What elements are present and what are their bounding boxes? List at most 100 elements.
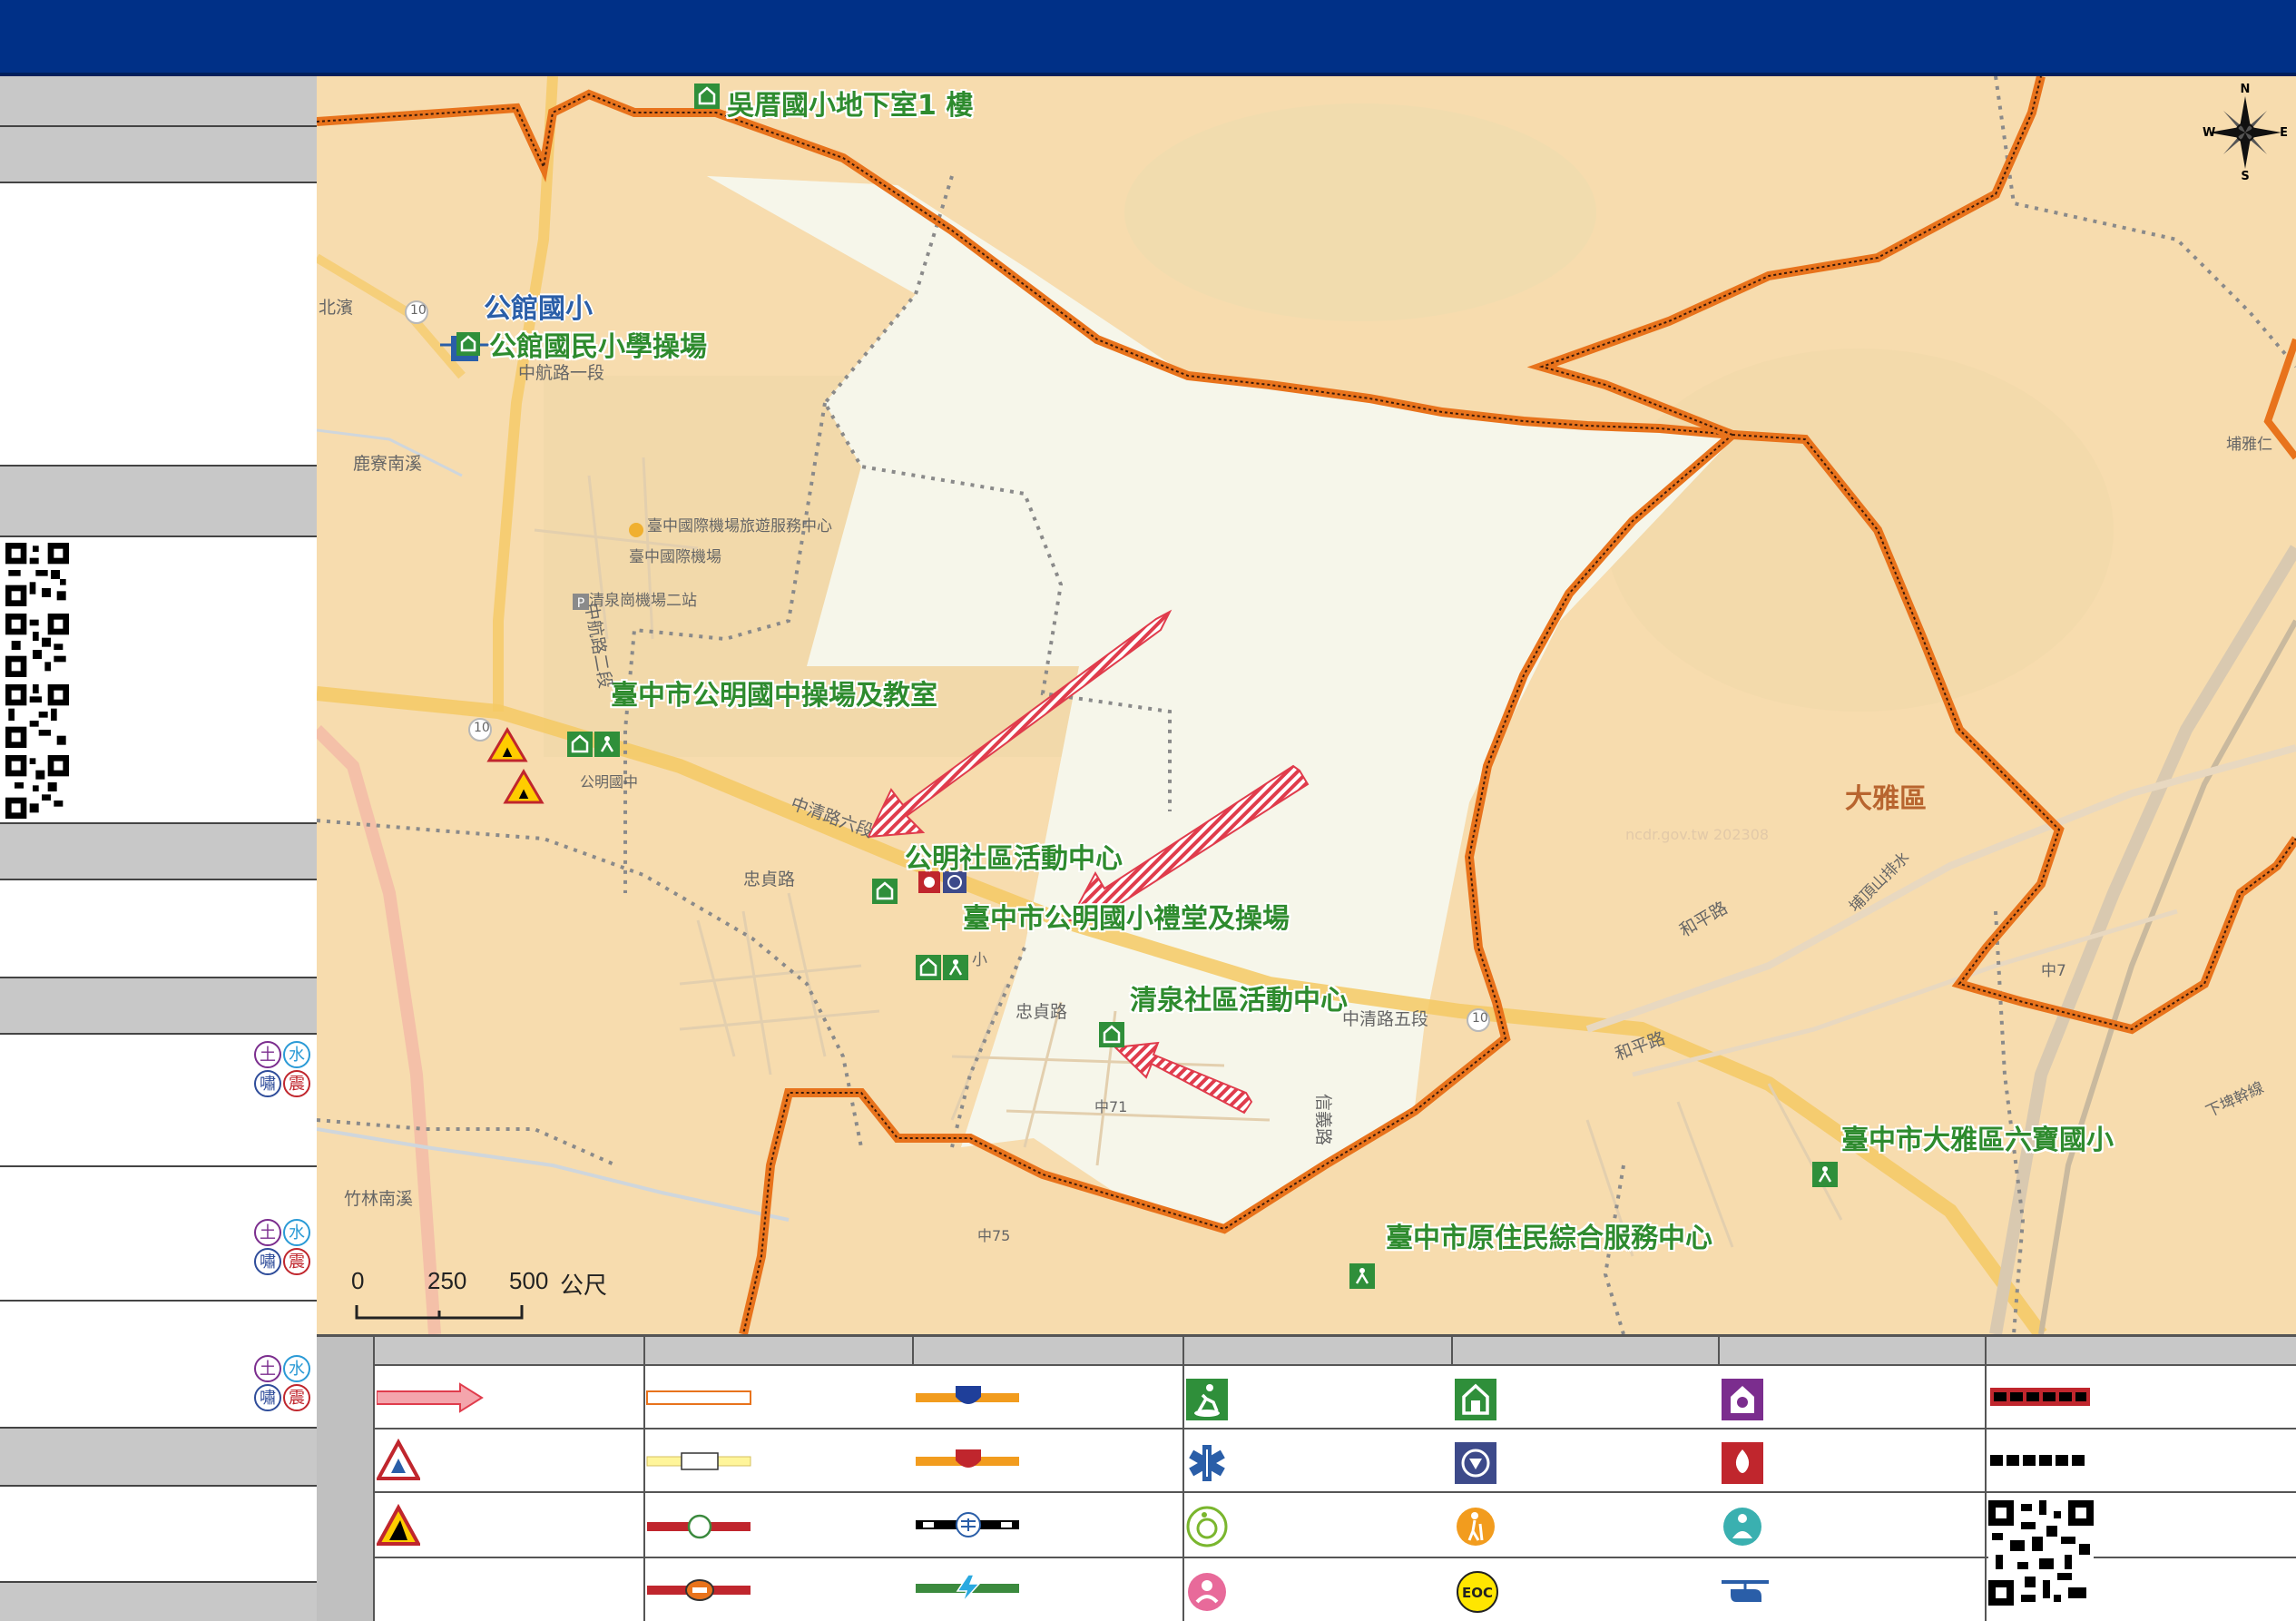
- road-number-label: 10: [1472, 1011, 1488, 1026]
- hazard-badge-icon: 土 水 嘯 震: [254, 1041, 310, 1097]
- shelter-icon[interactable]: [567, 732, 593, 757]
- map-label-shelter: 臺中市原住民綜合服務中心: [1386, 1223, 1712, 1254]
- road-symbol-icon: [646, 1390, 751, 1405]
- map-road-label: 埔雅仁: [2226, 436, 2272, 454]
- compass-west: W: [2203, 126, 2215, 140]
- map-label-shelter: 臺中市大雅區六寶國小: [1841, 1125, 2114, 1156]
- sidebar-title-row: [0, 76, 317, 127]
- debris-flow-warning-icon: [377, 1439, 420, 1480]
- map-road-label: 小: [972, 951, 987, 969]
- sidebar-section-header: [0, 824, 317, 880]
- legend-divider: [1451, 1337, 1453, 1366]
- hazard-tsunami-label: 嘯: [260, 1389, 276, 1408]
- compass-north: N: [2241, 83, 2251, 96]
- hazard-badge-icon: 土 水 嘯 震: [254, 1355, 310, 1411]
- shelter-icon[interactable]: [694, 84, 720, 109]
- district-boundary-icon: [1990, 1455, 2085, 1466]
- sidebar-info-panel: [0, 880, 317, 978]
- hazard-water-label: 水: [289, 1360, 305, 1379]
- police-station-icon: [1455, 1442, 1496, 1484]
- qr-code-icon[interactable]: [1988, 1500, 2094, 1606]
- map-road-label: 臺中國際機場旅遊服務中心: [647, 517, 832, 535]
- hazard-badge-icon: 土 水 嘯 震: [254, 1219, 310, 1275]
- map-label-school: 公館國小: [484, 293, 593, 325]
- disability-care-icon: [1186, 1506, 1228, 1547]
- legend-side-label: [317, 1337, 375, 1621]
- map-label-school: 吳厝國小地下室1 樓: [727, 90, 974, 122]
- hazard-tsunami-label: 嘯: [260, 1075, 276, 1094]
- landslide-warning-icon: [377, 1504, 420, 1546]
- family-care-icon: [1723, 1508, 1761, 1546]
- shelter-icon[interactable]: [456, 332, 480, 356]
- map-label-district: 大雅區: [1845, 783, 1927, 815]
- medical-icon: [1189, 1445, 1225, 1481]
- scale-bar: 0 250 500 公尺: [351, 1267, 616, 1331]
- child-care-icon: [1188, 1573, 1226, 1611]
- map-label-shelter: 清泉社區活動中心: [1130, 985, 1348, 1017]
- evacuation-map[interactable]: ▲ ▲ P 吳厝國小地下室1 樓 公館國小 公館國民小學操場 臺中市公明國中操場…: [317, 76, 2296, 1334]
- scale-bar-graphic: [355, 1305, 524, 1320]
- sidebar-section-header: [0, 978, 317, 1035]
- svg-text:▲: ▲: [515, 784, 532, 802]
- legend-divider: [1985, 1337, 1987, 1621]
- airport-icon: [629, 523, 643, 537]
- shelter-icon[interactable]: [916, 955, 941, 980]
- evacuation-site-icon[interactable]: [1812, 1162, 1838, 1187]
- evacuation-site-icon: [1186, 1379, 1228, 1420]
- map-road-label: 公明國中: [580, 773, 639, 791]
- legend-divider: [1718, 1337, 1720, 1366]
- sidebar-shelter-entry: 土 水 嘯 震: [0, 1035, 317, 1167]
- sidebar-shelter-entry: 土 水 嘯 震: [0, 1302, 317, 1429]
- map-road-label: 中清路五段: [1342, 1009, 1429, 1029]
- hazard-quake-label: 震: [289, 1253, 305, 1272]
- sidebar-qr-header: [0, 467, 317, 537]
- header-bar: [0, 0, 2296, 76]
- evacuation-site-icon[interactable]: [1349, 1263, 1375, 1289]
- map-road-label: 臺中國際機場: [629, 548, 721, 566]
- eoc-icon: EOC: [1457, 1571, 1498, 1613]
- map-label-shelter: 公館國民小學操場: [489, 331, 707, 363]
- map-road-label: 北濱: [319, 298, 354, 318]
- compass-south: S: [2241, 170, 2249, 182]
- evacuation-site-icon[interactable]: [943, 955, 968, 980]
- hazard-soil-label: 土: [260, 1360, 276, 1379]
- map-road-label: 竹林南溪: [344, 1189, 414, 1209]
- qr-code-icon[interactable]: [5, 755, 69, 819]
- qr-code-icon[interactable]: [5, 614, 69, 677]
- map-road-label: 清泉崗機場二站: [589, 592, 697, 610]
- map-road-label: 忠貞路: [743, 869, 796, 889]
- map-road-label: 信義路: [1313, 1093, 1334, 1146]
- road-symbol-icon: [646, 1452, 751, 1470]
- legend-divider: [912, 1337, 914, 1366]
- map-label-shelter: 臺中市公明國中操場及教室: [611, 680, 937, 712]
- qr-code-icon[interactable]: [5, 684, 69, 748]
- evacuation-route-arrow-icon: [377, 1382, 484, 1413]
- sidebar-shelter-entry: 土 水 嘯 震: [0, 1167, 317, 1302]
- hazard-water-label: 水: [289, 1223, 305, 1243]
- map-watermark: ncdr.gov.tw 202308: [1625, 826, 1770, 843]
- map-road-label: 鹿寮南溪: [353, 454, 423, 474]
- shelter-icon[interactable]: [1099, 1022, 1124, 1047]
- shelter-icon: [1455, 1379, 1496, 1420]
- sidebar-qr-panel: [0, 537, 317, 824]
- map-road-label: 中航路一段: [518, 363, 605, 383]
- info-sidebar: 土 水 嘯 震 土 水 嘯 震 土 水 嘯 震: [0, 76, 317, 1621]
- hazard-water-label: 水: [289, 1046, 305, 1065]
- hazard-soil-label: 土: [260, 1046, 276, 1065]
- qr-code-icon[interactable]: [5, 543, 69, 606]
- map-label-shelter: 公明社區活動中心: [905, 843, 1123, 875]
- evacuation-site-icon[interactable]: [594, 732, 620, 757]
- legend-divider: [1182, 1337, 1184, 1621]
- map-road-label: 中75: [977, 1227, 1011, 1244]
- shelter-icon[interactable]: [872, 879, 898, 904]
- township-road-icon: [916, 1449, 1019, 1468]
- provincial-road-icon: [647, 1514, 751, 1539]
- fire-station-icon: [1722, 1442, 1763, 1484]
- map-page: 土 水 嘯 震 土 水 嘯 震 土 水 嘯 震 ▲ ▲ P 吳厝國小地下室1 樓…: [0, 0, 2296, 1621]
- compass-rose: N S E W: [2200, 82, 2291, 182]
- map-road-label: 中7: [2041, 962, 2066, 980]
- compass-east: E: [2280, 126, 2288, 140]
- sidebar-footer: [0, 1583, 317, 1621]
- sidebar-info-panel: [0, 1487, 317, 1583]
- hazard-quake-label: 震: [289, 1389, 305, 1408]
